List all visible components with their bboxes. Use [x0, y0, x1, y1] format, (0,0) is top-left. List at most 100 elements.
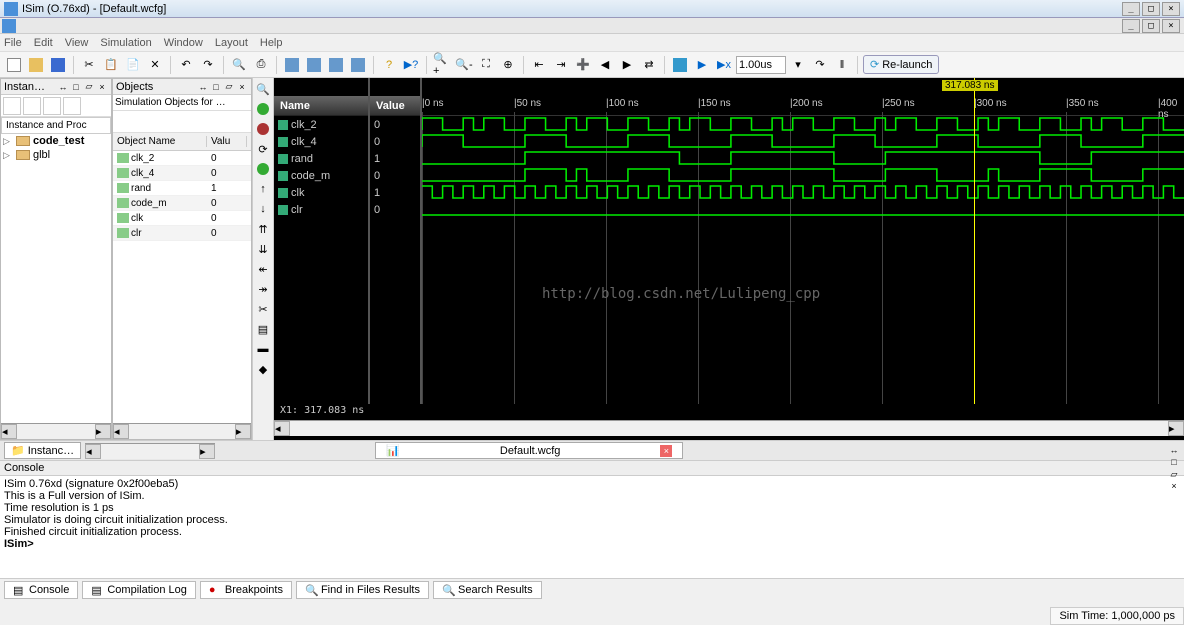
object-row[interactable]: code_m0 [113, 196, 251, 211]
objects-tab-scroll[interactable]: ◂▸ [85, 443, 215, 459]
relaunch-button[interactable]: ⟳ Re-launch [863, 55, 939, 74]
vtb-last[interactable]: ⇊ [254, 240, 272, 258]
wave-signal-row[interactable]: clk_4 [274, 133, 368, 150]
panel-max-icon[interactable]: ▱ [83, 81, 95, 93]
panel-close-icon[interactable]: × [1168, 480, 1180, 492]
window-tile-button[interactable] [282, 55, 302, 75]
waveform-trace[interactable] [422, 133, 1184, 150]
open-button[interactable] [26, 55, 46, 75]
waveform-trace[interactable] [422, 167, 1184, 184]
redo-button[interactable]: ↷ [198, 55, 218, 75]
vtb-marker[interactable]: ◆ [254, 360, 272, 378]
panel-link-icon[interactable]: ↔ [1168, 444, 1180, 456]
inst-filter-1[interactable] [3, 97, 21, 115]
wave-name-header[interactable]: Name [274, 96, 368, 116]
expand-icon[interactable]: ▷ [3, 136, 13, 147]
paste-button[interactable]: 📄 [123, 55, 143, 75]
time-ruler[interactable]: |0 ns|50 ns|100 ns|150 ns|200 ns|250 ns|… [422, 78, 1184, 116]
scroll-left-button[interactable]: ◂ [274, 421, 290, 436]
run-time-input[interactable] [736, 56, 786, 74]
tab-breakpoints[interactable]: ●Breakpoints [200, 581, 292, 599]
help-icon[interactable]: ? [379, 55, 399, 75]
menu-view[interactable]: View [65, 37, 89, 49]
vtb-up[interactable]: ↑ [254, 180, 272, 198]
panel-max-icon[interactable]: ▱ [1168, 468, 1180, 480]
object-row[interactable]: clr0 [113, 226, 251, 241]
tab-compilation-log[interactable]: ▤Compilation Log [82, 581, 196, 599]
zoom-cursor-button[interactable]: ⊕ [498, 55, 518, 75]
obj-filter[interactable] [115, 114, 131, 130]
object-row[interactable]: rand1 [113, 181, 251, 196]
vtb-remove[interactable] [254, 120, 272, 138]
menu-file[interactable]: File [4, 37, 22, 49]
waveform-trace[interactable] [422, 184, 1184, 201]
time-dropdown-button[interactable]: ▾ [788, 55, 808, 75]
mdi-restore-button[interactable]: □ [1142, 19, 1160, 33]
menu-simulation[interactable]: Simulation [100, 37, 151, 49]
wave-value-header[interactable]: Value [370, 96, 420, 116]
menu-window[interactable]: Window [164, 37, 203, 49]
vtb-down[interactable]: ↓ [254, 200, 272, 218]
copy-button[interactable]: 📋 [101, 55, 121, 75]
cursor-line[interactable] [974, 78, 975, 404]
inst-filter-4[interactable] [63, 97, 81, 115]
zoom-in-button[interactable]: 🔍+ [432, 55, 452, 75]
obj-filter[interactable] [183, 114, 199, 130]
panel-float-icon[interactable]: □ [70, 81, 82, 93]
break-button[interactable]: ‖ [832, 55, 852, 75]
scroll-track[interactable] [290, 421, 1168, 436]
waveform-trace[interactable] [422, 116, 1184, 133]
panel-float-icon[interactable]: □ [1168, 456, 1180, 468]
restore-button[interactable]: □ [1142, 2, 1160, 16]
menu-edit[interactable]: Edit [34, 37, 53, 49]
mdi-minimize-button[interactable]: _ [1122, 19, 1140, 33]
objects-hscroll[interactable]: ◂▸ [113, 423, 251, 439]
panel-close-icon[interactable]: × [236, 81, 248, 93]
window-cascade-button[interactable] [304, 55, 324, 75]
col-name[interactable]: Object Name [113, 136, 207, 147]
menu-help[interactable]: Help [260, 37, 283, 49]
obj-filter[interactable] [132, 114, 148, 130]
object-row[interactable]: clk_40 [113, 166, 251, 181]
tab-find-results[interactable]: 🔍Find in Files Results [296, 581, 429, 599]
window-v-button[interactable] [348, 55, 368, 75]
menu-layout[interactable]: Layout [215, 37, 248, 49]
waveform-trace[interactable] [422, 201, 1184, 218]
wave-hscroll[interactable]: ◂ ▸ [274, 420, 1184, 436]
obj-filter[interactable] [166, 114, 182, 130]
panel-float-icon[interactable]: □ [210, 81, 222, 93]
cut-button[interactable]: ✂ [79, 55, 99, 75]
object-row[interactable]: clk0 [113, 211, 251, 226]
close-tab-button[interactable]: × [660, 445, 672, 457]
inst-filter-3[interactable] [43, 97, 61, 115]
vtb-first[interactable]: ⇈ [254, 220, 272, 238]
tab-search-results[interactable]: 🔍Search Results [433, 581, 542, 599]
zoom-out-button[interactable]: 🔍- [454, 55, 474, 75]
whats-this-icon[interactable]: ▶? [401, 55, 421, 75]
tab-console[interactable]: ▤Console [4, 581, 78, 599]
inst-filter-2[interactable] [23, 97, 41, 115]
run-for-button[interactable]: ▶x [714, 55, 734, 75]
panel-link-icon[interactable]: ↔ [57, 81, 69, 93]
add-marker-button[interactable]: ➕ [573, 55, 593, 75]
run-all-button[interactable]: ▶ [692, 55, 712, 75]
instances-tab[interactable]: 📁 Instanc… [4, 442, 81, 459]
new-button[interactable] [4, 55, 24, 75]
console-output[interactable]: ISim 0.76xd (signature 0x2f00eba5)This i… [0, 476, 1184, 578]
next-marker-button[interactable]: ▶ [617, 55, 637, 75]
delete-button[interactable]: ✕ [145, 55, 165, 75]
document-tab[interactable]: 📊 Default.wcfg × [375, 442, 683, 459]
minimize-button[interactable]: _ [1122, 2, 1140, 16]
wave-signal-row[interactable]: clr [274, 201, 368, 218]
panel-max-icon[interactable]: ▱ [223, 81, 235, 93]
swap-button[interactable]: ⇄ [639, 55, 659, 75]
col-value[interactable]: Valu [207, 136, 247, 147]
prev-marker-button[interactable]: ◀ [595, 55, 615, 75]
vtb-refresh[interactable]: ⟳ [254, 140, 272, 158]
wave-signal-row[interactable]: code_m [274, 167, 368, 184]
expand-icon[interactable]: ▷ [3, 150, 13, 161]
instances-hscroll[interactable]: ◂▸ [1, 423, 111, 439]
window-h-button[interactable] [326, 55, 346, 75]
restart-button[interactable] [670, 55, 690, 75]
object-row[interactable]: clk_20 [113, 151, 251, 166]
